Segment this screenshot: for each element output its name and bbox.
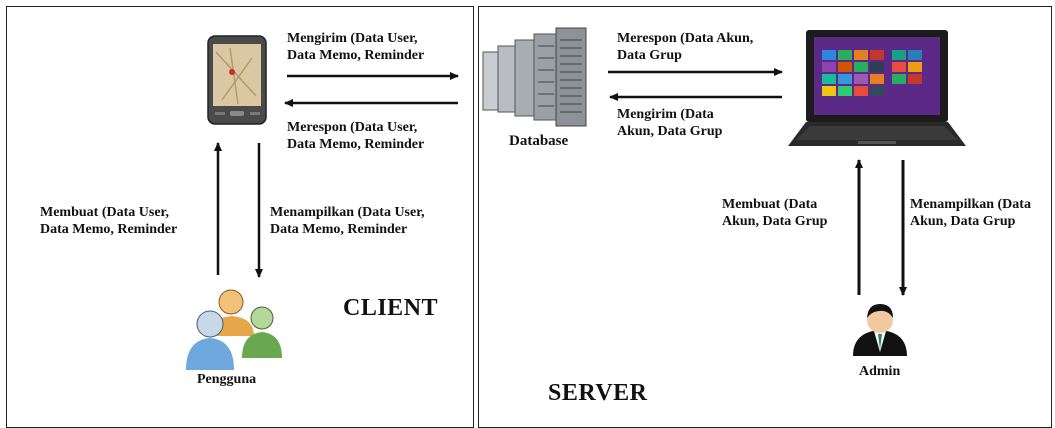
database-label: Database — [509, 133, 569, 149]
smartphone-icon — [207, 35, 267, 125]
users-group-icon — [186, 289, 282, 370]
server-title: SERVER — [548, 380, 648, 406]
client-send-label: Mengirim (Data User, Data Memo, Reminder — [287, 31, 425, 63]
client-title: CLIENT — [343, 295, 439, 321]
server-create-label: Membuat (Data Akun, Data Grup — [722, 197, 828, 229]
pengguna-label: Pengguna — [197, 372, 257, 387]
database-servers-icon — [482, 27, 587, 127]
laptop-icon — [788, 30, 966, 146]
client-response-label: Merespon (Data User, Data Memo, Reminder — [287, 120, 425, 152]
admin-label: Admin — [859, 364, 901, 379]
admin-user-icon — [853, 304, 907, 356]
server-send-label: Mengirim (Data Akun, Data Grup — [617, 107, 723, 139]
server-display-label: Menampilkan (Data Akun, Data Grup — [910, 197, 1031, 229]
client-display-label: Menampilkan (Data User, Data Memo, Remin… — [270, 205, 425, 237]
server-response-label: Merespon (Data Akun, Data Grup — [617, 31, 754, 63]
client-create-label: Membuat (Data User, Data Memo, Reminder — [40, 205, 178, 237]
